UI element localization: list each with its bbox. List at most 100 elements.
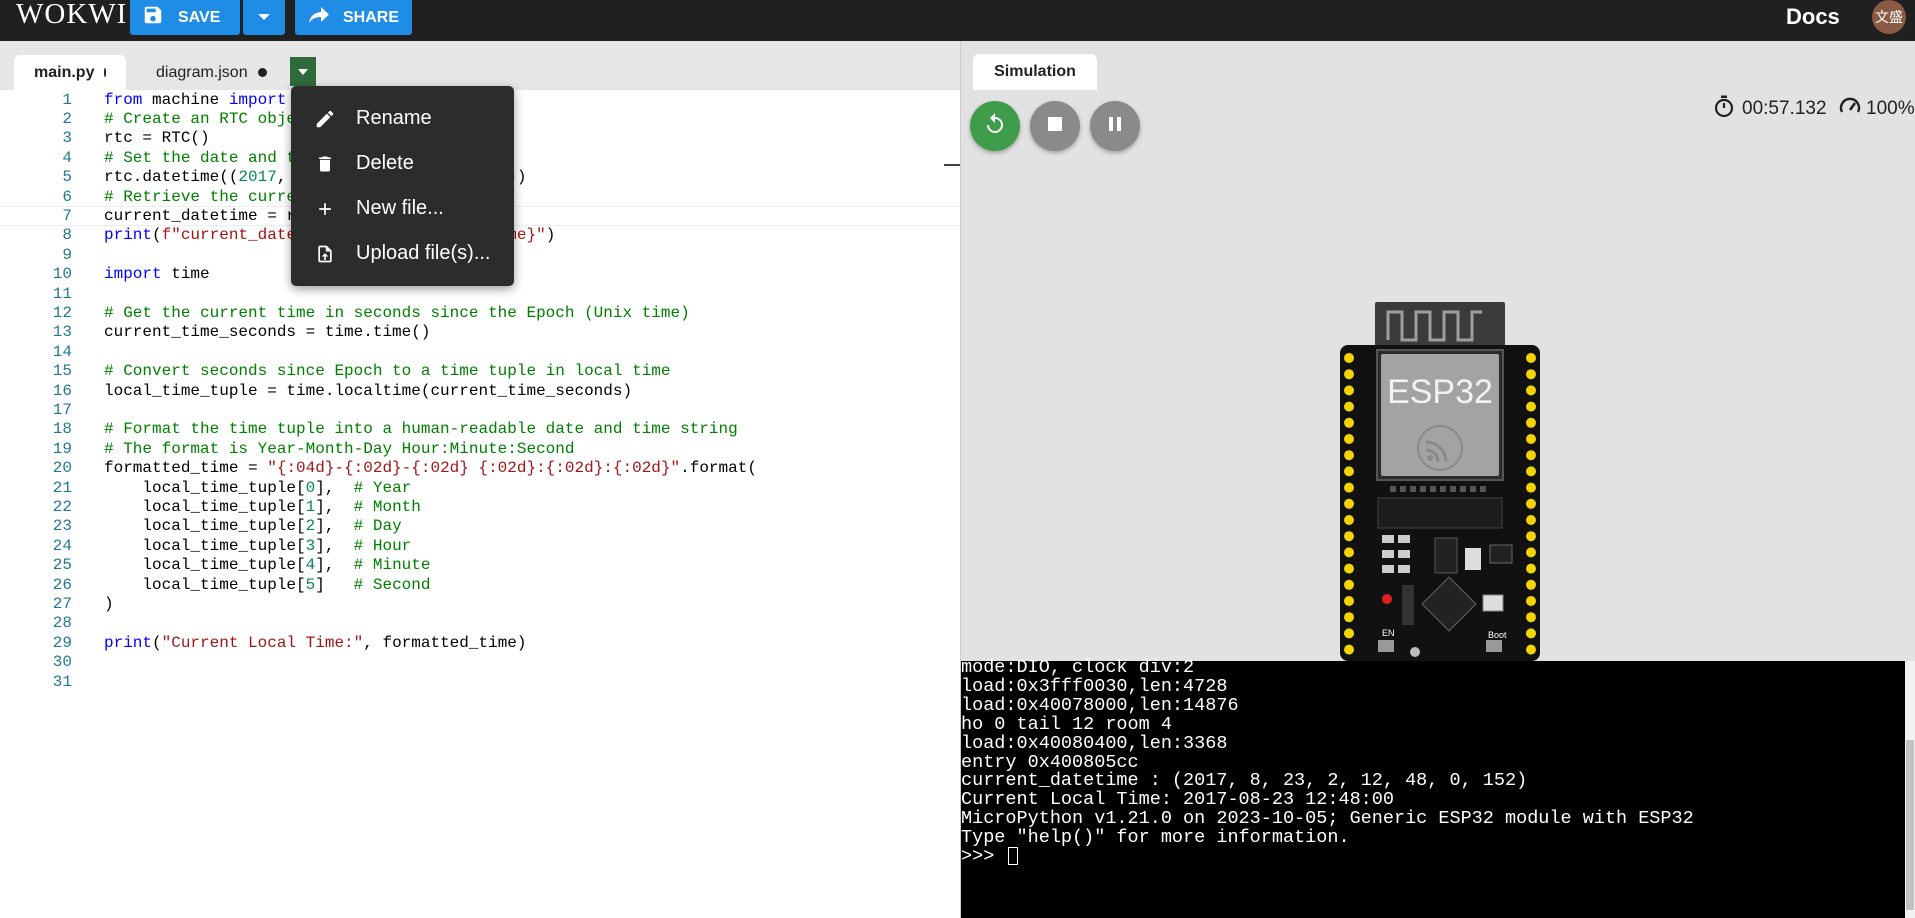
line-number: 3 <box>62 129 72 148</box>
code-line[interactable]: 27) <box>0 594 960 613</box>
gpio-pin[interactable] <box>1344 515 1354 525</box>
stop-button[interactable] <box>1030 101 1080 151</box>
code-line[interactable]: 20 formatted_time = "{:04d}-{:02d}-{:02d}… <box>0 459 960 478</box>
gpio-pin[interactable] <box>1526 531 1536 542</box>
line-number: 22 <box>52 498 72 517</box>
menu-item-rename[interactable]: Rename <box>291 96 514 141</box>
pause-icon <box>1106 115 1124 138</box>
share-button[interactable]: SHARE <box>295 0 412 35</box>
gpio-pin[interactable] <box>1344 369 1354 380</box>
gpio-pin[interactable] <box>1344 579 1354 590</box>
gpio-pin[interactable] <box>1526 563 1536 574</box>
save-options-dropdown-button[interactable] <box>243 0 285 35</box>
gpio-pin[interactable] <box>1344 547 1354 558</box>
gpio-pin[interactable] <box>1526 628 1536 639</box>
code-line[interactable]: 22 local_time_tuple[1], # Month <box>0 497 960 516</box>
gpio-pin[interactable] <box>1344 612 1354 623</box>
gpio-pin[interactable] <box>1526 417 1536 428</box>
gpio-pin[interactable] <box>1526 385 1536 396</box>
code-line[interactable]: 17 <box>0 400 960 419</box>
gpio-pin[interactable] <box>1526 612 1536 623</box>
docs-link[interactable]: Docs <box>1786 4 1840 30</box>
file-menu-button[interactable] <box>290 57 316 86</box>
en-button[interactable] <box>1378 640 1394 652</box>
pause-button[interactable] <box>1090 101 1140 151</box>
gpio-pin[interactable] <box>1526 498 1536 509</box>
gpio-pin[interactable] <box>1526 466 1536 477</box>
serial-monitor[interactable]: mode:DIO, clock div:2 load:0x3fff0030,len… <box>961 657 1915 918</box>
gpio-pin[interactable] <box>1344 434 1354 444</box>
gpio-pin[interactable] <box>1526 434 1536 444</box>
gpio-pin[interactable] <box>1344 385 1354 396</box>
gpio-pin[interactable] <box>1344 596 1354 606</box>
gpio-pin[interactable] <box>1344 353 1354 363</box>
menu-item-upload-files[interactable]: Upload file(s)... <box>291 231 514 276</box>
code-line[interactable]: 16 local_time_tuple = time.localtime(curr… <box>0 381 960 400</box>
en-label: EN <box>1382 628 1395 638</box>
line-number: 18 <box>52 420 72 439</box>
tab-simulation[interactable]: Simulation <box>973 54 1097 90</box>
code-line[interactable]: 15 # Convert seconds since Epoch to a tim… <box>0 362 960 381</box>
menu-item-new-file[interactable]: New file... <box>291 186 514 231</box>
boot-button[interactable] <box>1486 640 1502 652</box>
line-number: 12 <box>52 304 72 323</box>
save-button[interactable]: SAVE <box>130 0 240 35</box>
code-line[interactable]: 31 <box>0 672 960 691</box>
code-line-text: # Get the current time in seconds since … <box>104 304 690 323</box>
gpio-pin[interactable] <box>1344 628 1354 639</box>
gpio-pin[interactable] <box>1526 596 1536 606</box>
console-scrollbar-thumb[interactable] <box>1906 740 1914 910</box>
tab-main-py[interactable]: main.py <box>14 55 126 90</box>
code-line[interactable]: 29 print("Current Local Time:", formatted… <box>0 633 960 652</box>
line-number: 15 <box>52 362 72 381</box>
line-number: 26 <box>52 575 72 594</box>
gpio-pin[interactable] <box>1344 482 1354 493</box>
gpio-pin[interactable] <box>1344 417 1354 428</box>
code-line[interactable]: 12 # Get the current time in seconds sinc… <box>0 303 960 322</box>
gpio-pin[interactable] <box>1526 547 1536 558</box>
gpio-pin[interactable] <box>1526 515 1536 525</box>
wokwi-logo[interactable]: WOKWI <box>16 0 127 31</box>
gpio-pin[interactable] <box>1526 450 1536 461</box>
code-line[interactable]: 14 <box>0 342 960 361</box>
line-number: 28 <box>52 614 72 633</box>
gpio-pin[interactable] <box>1344 466 1354 477</box>
code-line[interactable]: 28 <box>0 614 960 633</box>
code-line[interactable]: 23 local_time_tuple[2], # Day <box>0 517 960 536</box>
gpio-pin[interactable] <box>1344 401 1354 412</box>
caret-down-icon <box>297 63 309 81</box>
code-line[interactable]: 18 # Format the time tuple into a human-r… <box>0 420 960 439</box>
gpio-pin[interactable] <box>1344 498 1354 509</box>
gpio-pin[interactable] <box>1344 531 1354 542</box>
caret-down-icon <box>257 9 271 27</box>
floppy-disk-icon <box>142 4 164 31</box>
gpio-pin[interactable] <box>1344 644 1354 655</box>
code-line[interactable]: 13 current_time_seconds = time.time() <box>0 323 960 342</box>
speedometer-icon <box>1838 94 1862 124</box>
line-number: 21 <box>52 478 72 497</box>
code-line[interactable]: 30 <box>0 653 960 672</box>
code-line[interactable]: 25 local_time_tuple[4], # Minute <box>0 556 960 575</box>
gpio-pin[interactable] <box>1526 369 1536 380</box>
menu-item-delete[interactable]: Delete <box>291 141 514 186</box>
restart-button[interactable] <box>970 101 1020 151</box>
code-line[interactable]: 26 local_time_tuple[5] # Second <box>0 575 960 594</box>
unsaved-dot-icon <box>257 68 267 77</box>
line-number: 30 <box>52 653 72 672</box>
gpio-pin[interactable] <box>1526 401 1536 412</box>
gpio-pin[interactable] <box>1344 450 1354 461</box>
gpio-pin[interactable] <box>1526 579 1536 590</box>
gpio-pin[interactable] <box>1344 563 1354 574</box>
code-line[interactable]: 24 local_time_tuple[3], # Hour <box>0 536 960 555</box>
gpio-pin[interactable] <box>1526 353 1536 363</box>
simulation-speed: 100% <box>1838 94 1915 124</box>
code-line[interactable]: 11 <box>0 284 960 303</box>
gpio-pin[interactable] <box>1526 482 1536 493</box>
code-line[interactable]: 19 # The format is Year-Month-Day Hour:Mi… <box>0 439 960 458</box>
tab-diagram-json[interactable]: diagram.json <box>136 55 287 90</box>
code-line[interactable]: 21 local_time_tuple[0], # Year <box>0 478 960 497</box>
elapsed-time-value: 00:57.132 <box>1742 98 1827 119</box>
esp32-board[interactable]: ESP32 EN Boot <box>1340 300 1545 661</box>
avatar[interactable]: 文盛 <box>1872 0 1906 34</box>
gpio-pin[interactable] <box>1526 644 1536 655</box>
